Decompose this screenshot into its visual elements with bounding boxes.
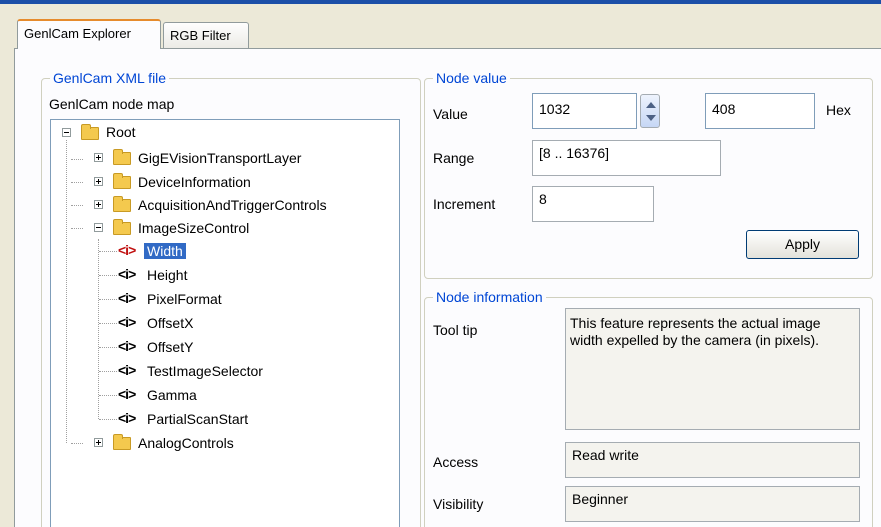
tree-line <box>98 239 99 419</box>
info-node-icon: <i> <box>118 290 136 306</box>
tree-node-label: Gamma <box>147 387 197 403</box>
range-label: Range <box>433 150 475 166</box>
node-map-tree[interactable]: Root GigEVisionTransportLayer DeviceInfo… <box>50 119 400 527</box>
hex-value-input[interactable]: 408 <box>705 93 815 129</box>
folder-icon <box>113 196 131 212</box>
tree-line <box>99 395 117 396</box>
info-node-icon: <i> <box>118 386 136 402</box>
tree-line <box>71 159 83 160</box>
tree-line <box>99 299 117 300</box>
tree-line <box>99 275 117 276</box>
tree-node-label: AcquisitionAndTriggerControls <box>138 197 327 213</box>
value-input[interactable]: 1032 <box>532 93 637 129</box>
folder-icon <box>113 173 131 189</box>
spin-down-icon[interactable] <box>646 115 656 121</box>
tree-node-label: TestImageSelector <box>147 363 263 379</box>
info-node-icon: <i> <box>118 266 136 282</box>
collapse-toggle[interactable] <box>94 223 103 232</box>
tree-line <box>71 182 83 183</box>
apply-button[interactable]: Apply <box>746 230 859 259</box>
tree-line <box>71 443 83 444</box>
tree-line <box>71 228 83 229</box>
node-information-legend: Node information <box>433 289 546 305</box>
folder-icon <box>113 434 131 450</box>
root-collapse-toggle[interactable] <box>62 128 71 137</box>
tooltip-text: This feature represents the actual image… <box>565 308 860 430</box>
expand-toggle[interactable] <box>94 153 103 162</box>
info-node-icon: <i> <box>118 362 136 378</box>
info-node-icon: <i> <box>118 242 136 258</box>
tree-line <box>99 323 117 324</box>
tab-rgb-filter-label: RGB Filter <box>170 28 231 43</box>
tree-line <box>66 140 67 443</box>
node-map-label: GenlCam node map <box>49 96 175 112</box>
expand-toggle[interactable] <box>94 200 103 209</box>
hex-label: Hex <box>826 102 851 118</box>
access-field: Read write <box>565 442 860 478</box>
tree-node-label: OffsetX <box>147 315 194 331</box>
info-node-icon: <i> <box>118 410 136 426</box>
tree-line <box>99 419 117 420</box>
xml-file-legend: GenlCam XML file <box>50 70 170 86</box>
tab-genicam-explorer[interactable]: GenlCam Explorer <box>17 19 161 49</box>
tree-line <box>99 251 117 252</box>
tree-node-label: Width <box>144 243 186 259</box>
tab-strip: GenlCam Explorer RGB Filter <box>0 4 881 49</box>
tree-node-label: GigEVisionTransportLayer <box>138 150 302 166</box>
tooltip-label: Tool tip <box>433 322 478 338</box>
tree-node-label: OffsetY <box>147 339 194 355</box>
visibility-label: Visibility <box>433 496 484 512</box>
tree-node-label: PixelFormat <box>147 291 222 307</box>
value-label: Value <box>433 106 468 122</box>
folder-icon <box>113 219 131 235</box>
increment-label: Increment <box>433 196 496 212</box>
tab-genicam-explorer-label: GenlCam Explorer <box>24 26 131 41</box>
folder-icon <box>113 149 131 165</box>
info-node-icon: <i> <box>118 338 136 354</box>
expand-toggle[interactable] <box>94 177 103 186</box>
tree-line <box>71 205 83 206</box>
increment-field: 8 <box>532 186 654 222</box>
value-spin-buttons[interactable] <box>640 94 660 128</box>
expand-toggle[interactable] <box>94 438 103 447</box>
spin-up-icon[interactable] <box>646 102 656 108</box>
range-field: [8 .. 16376] <box>532 140 721 176</box>
tree-line <box>99 347 117 348</box>
tree-node-label: DeviceInformation <box>138 174 251 190</box>
tree-node-label: AnalogControls <box>138 435 234 451</box>
folder-icon <box>81 124 99 140</box>
tree-node-label: Root <box>106 124 136 140</box>
info-node-icon: <i> <box>118 314 136 330</box>
node-value-legend: Node value <box>433 70 510 86</box>
tree-node-label: Height <box>147 267 188 283</box>
tab-rgb-filter[interactable]: RGB Filter <box>163 22 249 48</box>
visibility-field: Beginner <box>565 486 860 522</box>
access-label: Access <box>433 454 479 470</box>
tree-node-label: ImageSizeControl <box>138 220 250 236</box>
tree-line <box>99 371 117 372</box>
tree-node-label: PartialScanStart <box>147 411 249 427</box>
